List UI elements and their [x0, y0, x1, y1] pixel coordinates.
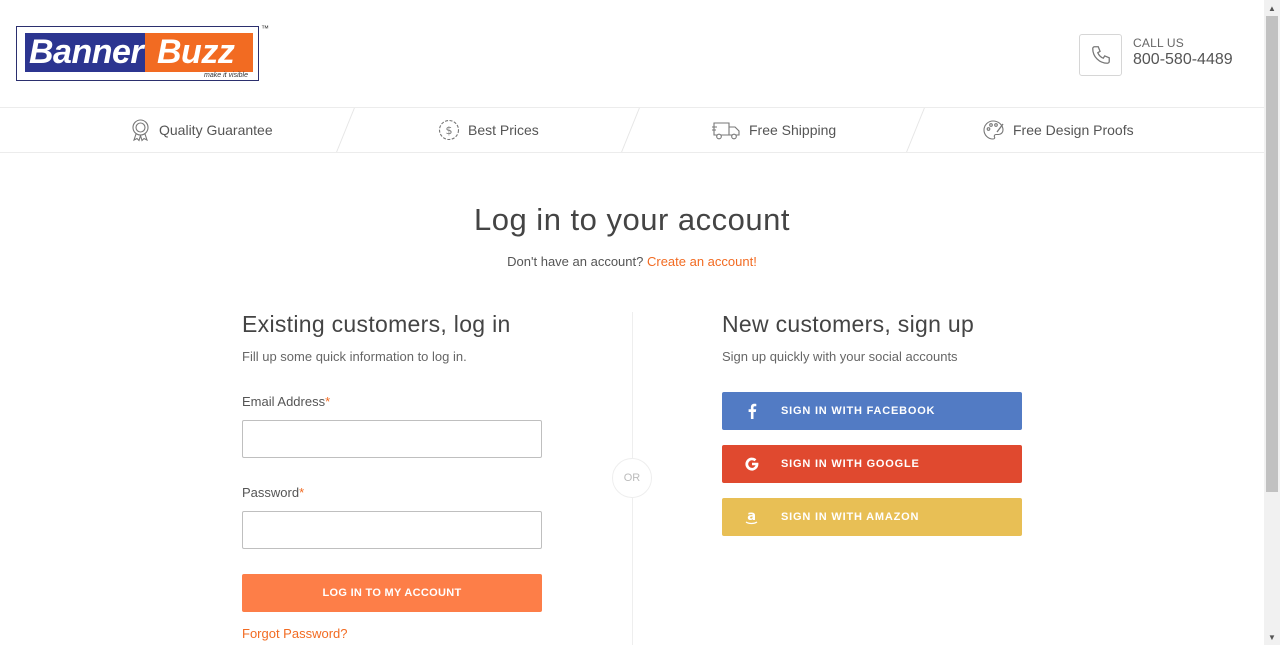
email-label-text: Email Address — [242, 394, 326, 409]
no-account-prompt: Don't have an account? Create an account… — [0, 254, 1264, 269]
palette-icon — [983, 120, 1004, 140]
logo-word-banner: Banner — [29, 33, 144, 71]
facebook-signin-label: SIGN IN WITH FACEBOOK — [781, 405, 936, 417]
email-field[interactable] — [242, 420, 542, 458]
amazon-icon: a — [722, 509, 781, 525]
google-icon — [722, 457, 781, 471]
truck-icon — [712, 122, 740, 140]
scroll-up-arrow-icon[interactable]: ▲ — [1264, 0, 1280, 16]
trademark-mark: ™ — [261, 24, 269, 33]
password-label: Password* — [242, 485, 304, 500]
signup-section-subtitle: Sign up quickly with your social account… — [722, 349, 958, 364]
create-account-link[interactable]: Create an account! — [647, 254, 757, 269]
logo-word-buzz: Buzz — [157, 33, 235, 71]
scrollbar-thumb[interactable] — [1266, 16, 1278, 492]
amazon-signin-label: SIGN IN WITH AMAZON — [781, 511, 920, 523]
password-field[interactable] — [242, 511, 542, 549]
or-divider-badge: OR — [612, 458, 652, 498]
feature-free-design-proofs: Free Design Proofs — [982, 108, 1134, 152]
svg-text:a: a — [747, 509, 757, 524]
feature-label: Free Design Proofs — [1013, 122, 1134, 138]
logo-tagline: make it visible — [204, 72, 248, 79]
signup-section-title: New customers, sign up — [722, 311, 975, 337]
phone-number[interactable]: 800-580-4489 — [1133, 51, 1233, 69]
feature-bar: Quality Guarantee $ Best Prices Free Shi… — [0, 108, 1264, 153]
forgot-password-link[interactable]: Forgot Password? — [242, 626, 348, 641]
page-title: Log in to your account — [473, 202, 791, 237]
svg-text:$: $ — [446, 124, 453, 137]
feature-quality-guarantee: Quality Guarantee — [130, 108, 273, 152]
site-header: Banner Buzz make it visible ™ CALL US 80… — [0, 0, 1264, 108]
password-label-text: Password — [242, 485, 300, 500]
feature-label: Quality Guarantee — [159, 122, 273, 138]
phone-icon[interactable] — [1079, 34, 1122, 76]
amazon-signin-button[interactable]: a SIGN IN WITH AMAZON — [722, 498, 1022, 536]
feature-separator — [906, 108, 925, 152]
facebook-signin-button[interactable]: SIGN IN WITH FACEBOOK — [722, 392, 1022, 430]
login-section-title: Existing customers, log in — [242, 311, 511, 337]
email-label: Email Address* — [242, 394, 330, 409]
award-badge-icon — [132, 119, 149, 142]
no-account-text: Don't have an account? — [507, 254, 644, 269]
feature-label: Free Shipping — [749, 122, 837, 138]
required-mark: * — [325, 394, 331, 409]
facebook-icon — [722, 403, 781, 419]
feature-best-prices: $ Best Prices — [438, 108, 539, 152]
login-button[interactable]: LOG IN TO MY ACCOUNT — [242, 574, 542, 612]
feature-free-shipping: Free Shipping — [712, 108, 836, 152]
feature-separator — [621, 108, 640, 152]
google-signin-label: SIGN IN WITH GOOGLE — [781, 458, 920, 470]
dollar-coin-icon: $ — [438, 119, 460, 141]
required-mark: * — [299, 485, 305, 500]
scroll-down-arrow-icon[interactable]: ▼ — [1264, 629, 1280, 645]
login-section-subtitle: Fill up some quick information to log in… — [242, 349, 467, 364]
feature-label: Best Prices — [468, 122, 539, 138]
bannerbuzz-logo[interactable]: Banner Buzz make it visible — [16, 26, 259, 81]
google-signin-button[interactable]: SIGN IN WITH GOOGLE — [722, 445, 1022, 483]
call-us-label: CALL US — [1133, 36, 1184, 50]
feature-separator — [336, 108, 355, 152]
